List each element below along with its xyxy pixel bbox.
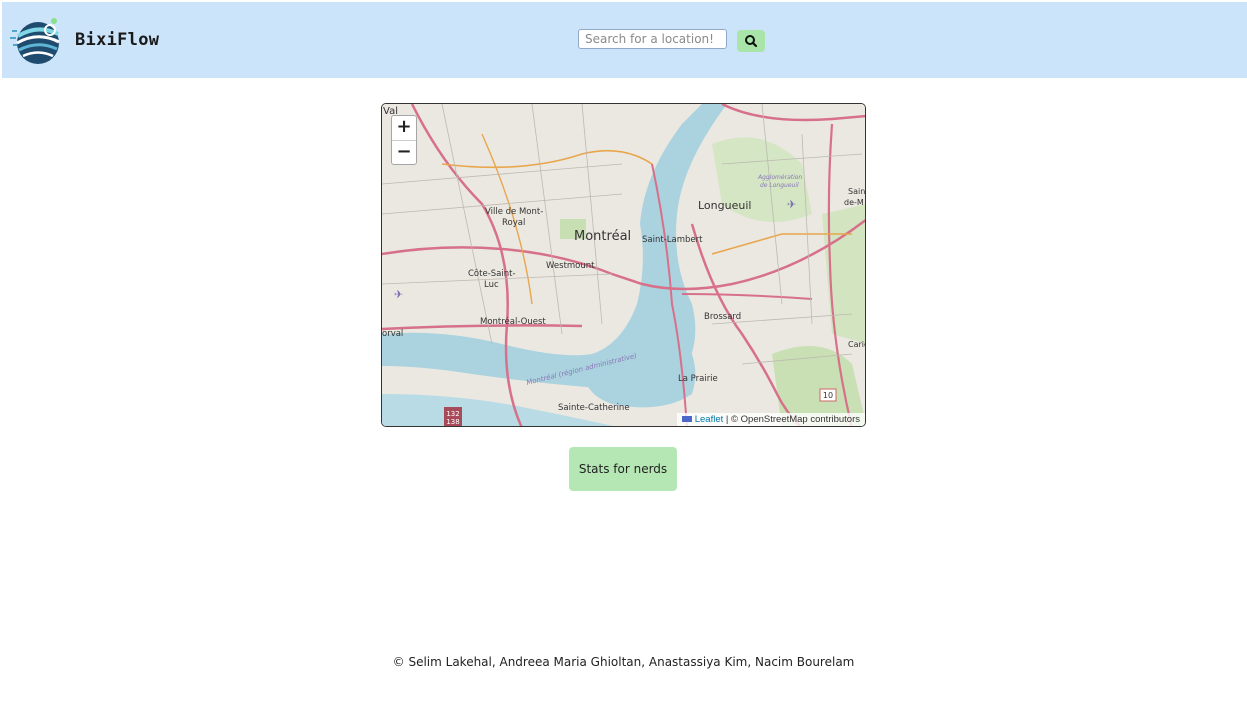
map-label-agglomeration: Agglomération: [757, 174, 802, 181]
map-label-saint: Sain: [848, 187, 865, 196]
route-132-label: 132: [446, 410, 459, 418]
map-label-la-prairie: La Prairie: [678, 374, 718, 384]
search-input[interactable]: [578, 29, 727, 49]
map-label-montreal: Montréal: [574, 229, 631, 244]
map-label-cote-saint-luc-2: Luc: [484, 280, 499, 290]
top-header: BixiFlow: [2, 2, 1247, 78]
map-label-agglomeration-2: de Longueuil: [760, 182, 799, 189]
map-label-saint-lambert: Saint-Lambert: [642, 235, 703, 245]
map-label-longueuil: Longueuil: [698, 199, 751, 212]
airport-icon: ✈: [394, 288, 403, 301]
map-label-ville-mont-royal-2: Royal: [502, 218, 525, 228]
leaflet-link[interactable]: Leaflet: [695, 414, 724, 425]
ukraine-flag-icon: [681, 416, 692, 423]
map-label-montreal-ouest: Montréal-Ouest: [480, 316, 546, 327]
map-label-westmount: Westmount: [546, 261, 595, 271]
map-tiles[interactable]: 10 132 138 ✈ ✈ Val Ville de Mont- Royal …: [382, 104, 866, 427]
brand-title: BixiFlow: [75, 30, 160, 50]
route-138-label: 138: [446, 418, 459, 426]
map-label-ville-mont-royal: Ville de Mont-: [485, 207, 543, 217]
map-label-carignan: Carign: [848, 340, 866, 349]
map-label-dorval: orval: [382, 329, 403, 339]
search-icon: [745, 35, 758, 48]
bixiflow-logo-icon[interactable]: [10, 16, 62, 66]
route-10-label: 10: [823, 391, 833, 400]
zoom-in-button[interactable]: +: [392, 116, 416, 141]
map-label-saint-2: de-M: [844, 198, 864, 207]
map-label-sainte-catherine: Sainte-Catherine: [558, 403, 630, 413]
zoom-control: + −: [391, 115, 417, 165]
osm-attribution: | © OpenStreetMap contributors: [723, 414, 860, 425]
map-attribution: Leaflet | © OpenStreetMap contributors: [676, 413, 865, 426]
footer-credits: © Selim Lakehal, Andreea Maria Ghioltan,…: [392, 655, 855, 669]
map-label-cote-saint-luc: Côte-Saint-: [468, 268, 516, 279]
zoom-out-button[interactable]: −: [392, 141, 416, 165]
map-view[interactable]: 10 132 138 ✈ ✈ Val Ville de Mont- Royal …: [381, 103, 866, 427]
search-button[interactable]: [737, 30, 765, 52]
stats-for-nerds-button[interactable]: Stats for nerds: [569, 447, 677, 491]
airport-icon: ✈: [787, 198, 796, 211]
map-label-brossard: Brossard: [704, 312, 741, 322]
